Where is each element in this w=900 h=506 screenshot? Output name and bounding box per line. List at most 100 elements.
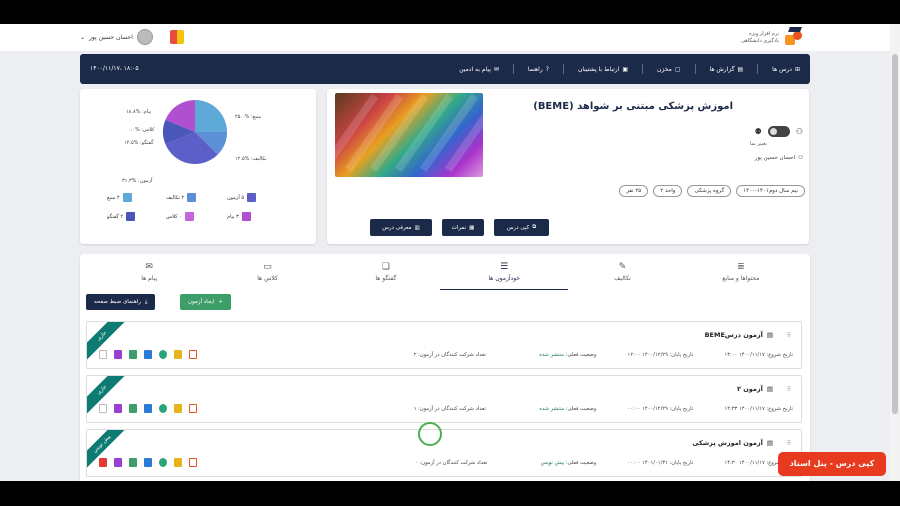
copy-icon[interactable] (129, 404, 137, 413)
exam-doc-icon: ▤ (766, 439, 773, 447)
nav-repository[interactable]: ▢ مخزن (657, 66, 680, 73)
exam-title: آزمون درسBEME (704, 331, 763, 339)
tab-label: محتواها و منابع (722, 275, 760, 282)
copy-course-button[interactable]: ⧉ کپی درس (494, 219, 549, 236)
delete-icon[interactable] (99, 350, 107, 359)
tab-classes[interactable]: ▭ کلاس ها (208, 254, 326, 292)
legend-label: ۲ گفتگو (107, 213, 124, 220)
legend-label: ۲ تکالیف (166, 194, 185, 201)
exam-item[interactable]: جاری ⠿ ▤ آزمون ۲ تاریخ شروع: ۱۴۰۰/۱۱/۱۷ ۱… (86, 375, 802, 423)
delete-icon[interactable] (99, 404, 107, 413)
download-icon: ⤓ (144, 298, 148, 305)
exam-details: تاریخ شروع: ۱۴۰۰/۱۱/۱۷ ۱۴:۳۳ تاریخ پایان… (414, 406, 793, 412)
drag-handle-icon[interactable]: ⠿ (787, 440, 791, 447)
copy-icon[interactable] (129, 458, 137, 467)
cursor-highlight (418, 422, 442, 446)
tab-label: گفتگو ها (375, 275, 397, 282)
create-exam-button[interactable]: + ایجاد آزمون (180, 294, 232, 310)
pie-label-message: پیام: %۱۸.۸ (126, 109, 152, 115)
nav-reports[interactable]: ▤ گزارش ها (710, 66, 744, 73)
avatar (136, 29, 153, 45)
copy-icon[interactable] (129, 350, 137, 359)
clipboard-icon[interactable] (144, 458, 152, 467)
button-label: کپی درس (506, 224, 530, 231)
scroll-thumb[interactable] (892, 54, 898, 414)
report-icon[interactable] (189, 458, 197, 467)
exam-end: تاریخ پایان: ۱۴۰۰/۱۲/۲۹ ۰۰:۰۰ (627, 406, 694, 412)
alarm-icon[interactable] (159, 350, 167, 359)
main-navbar: ⊞ درس ها ▤ گزارش ها ▢ مخزن ▣ ارتباط با پشتیب… (80, 54, 810, 84)
clipboard-icon[interactable] (144, 350, 152, 359)
drag-handle-icon[interactable]: ⠿ (787, 386, 791, 393)
clipboard-icon[interactable] (144, 404, 152, 413)
tab-assignments[interactable]: ✎ تکالیف (563, 254, 681, 292)
legend-resource: ۴ منبع (107, 193, 132, 202)
exam-title-wrap: ▤ آزمون ۲ (737, 385, 773, 393)
nav-contact-support[interactable]: ▣ ارتباط با پشتیبان (578, 66, 628, 73)
drag-handle-icon[interactable]: ⠿ (787, 332, 791, 339)
recording-guide-button[interactable]: ⤓ راهنمای ضبط صفحه (86, 294, 156, 310)
exam-actions (99, 404, 197, 413)
view-toggle[interactable] (767, 126, 790, 137)
exam-status-label: وضعیت فعلی: (565, 406, 597, 412)
tab-chats[interactable]: ❏ گفتگو ها (327, 254, 445, 292)
grades-button[interactable]: ▦ نمرات (442, 219, 484, 236)
exam-participants: تعداد شرکت کنندگان در آزمون: ۱ (413, 406, 486, 412)
nav-help[interactable]: ? راهنما (528, 66, 549, 73)
language-flag-icon[interactable] (170, 30, 184, 44)
activity-stats-card: منبع: %۲۵.۰ تکالیف: %۱۲.۵ آزمون: %۳۱.۳ گ… (80, 89, 316, 244)
course-title: اموزش پزشکی مبتنی بر شواهد (BEME) (533, 101, 733, 112)
nav-message-admin[interactable]: ✉ پیام به ادمین (459, 66, 499, 73)
tab-self-exams[interactable]: ☰ خودآزمون ها (440, 254, 569, 292)
course-info-card: اموزش پزشکی مبتنی بر شواهد (BEME) ⚇ ⚉ تغ… (327, 89, 809, 244)
chevron-down-icon: ⌄ (80, 33, 86, 41)
exam-end: تاریخ پایان: ۱۴۰۰/۱۲/۲۹ ۱۲:۰۰ (627, 352, 694, 358)
button-label: ایجاد آزمون (188, 299, 215, 305)
legend-message: ۳ پیام (227, 212, 251, 221)
tab-resources[interactable]: ≣ محتواها و منابع (682, 254, 800, 292)
view-toggle-area: ⚇ ⚉ (755, 126, 803, 137)
tab-messages[interactable]: ✉ پیام ها (90, 254, 208, 292)
alarm-icon[interactable] (159, 404, 167, 413)
assignments-icon: ✎ (618, 262, 627, 272)
delete-icon[interactable] (99, 458, 107, 467)
legend-assignments: ۲ تکالیف (166, 193, 197, 202)
notes-icon[interactable] (174, 404, 182, 413)
nav-courses[interactable]: ⊞ درس ها (772, 66, 800, 73)
report-icon[interactable] (189, 404, 197, 413)
table-icon: ▦ (469, 224, 475, 231)
legend-label: ۴ منبع (107, 194, 120, 201)
units-chip: واحد ۲ (653, 185, 683, 197)
exam-title: آزمون اموزش پزشکی (692, 439, 763, 447)
edit-icon[interactable] (114, 404, 122, 413)
legend-label: ۰ کلاس (166, 213, 182, 220)
app-window: نرم افزار ویژه یادگیری دانشگاهی ⌄ احسان … (0, 24, 900, 481)
top-bar: نرم افزار ویژه یادگیری دانشگاهی ⌄ احسان … (0, 24, 890, 51)
exam-start: تاریخ شروع: ۱۴۰۰/۱۱/۱۷ ۱۳:۰۰ (724, 352, 793, 358)
pie-label-assignments: تکالیف: %۱۲.۵ (235, 156, 267, 162)
nav-label: راهنما (527, 65, 543, 73)
alarm-icon[interactable] (159, 458, 167, 467)
button-label: نمرات (451, 224, 467, 231)
exam-details: تاریخ شروع: ۱۴۰۰/۱۱/۱۷ ۱۳:۰۰ تاریخ پایان… (414, 352, 793, 358)
notes-icon[interactable] (174, 350, 182, 359)
file-icon: ▢ (674, 65, 681, 73)
exam-details: تاریخ شروع: ۱۴۰۰/۱۱/۱۷ ۱۴:۳۰ تاریخ پایان… (415, 460, 793, 466)
legend-swatch (122, 193, 132, 202)
exam-status-label: وضعیت فعلی: (565, 352, 597, 358)
report-icon[interactable] (189, 350, 197, 359)
group-chip: گروه پزشکی (687, 185, 732, 197)
exam-status: منتشر شده (539, 406, 565, 412)
edit-icon[interactable] (114, 350, 122, 359)
students-chip: ۲۵ نفر (619, 185, 649, 197)
edit-icon[interactable] (114, 458, 122, 467)
chats-icon: ❏ (381, 262, 390, 272)
notes-icon[interactable] (174, 458, 182, 467)
exam-item[interactable]: پیش نویس ⠿ ▤آزمون اموزش پزشکی تاریخ شروع… (86, 429, 802, 477)
exam-end: تاریخ پایان: ۱۴۰۱/۰۱/۳۱ ۰۰:۰۰ (627, 460, 694, 466)
doc-icon: ▥ (414, 224, 420, 231)
course-intro-button[interactable]: ▥ معرفی درس (370, 219, 432, 236)
user-menu[interactable]: ⌄ احسان حسین پور (80, 29, 153, 45)
exam-item[interactable]: جاری ⠿ ▤ آزمون درسBEME تاریخ شروع: ۱۴۰۰/۱… (86, 321, 802, 369)
page-scrollbar[interactable] (890, 24, 900, 481)
